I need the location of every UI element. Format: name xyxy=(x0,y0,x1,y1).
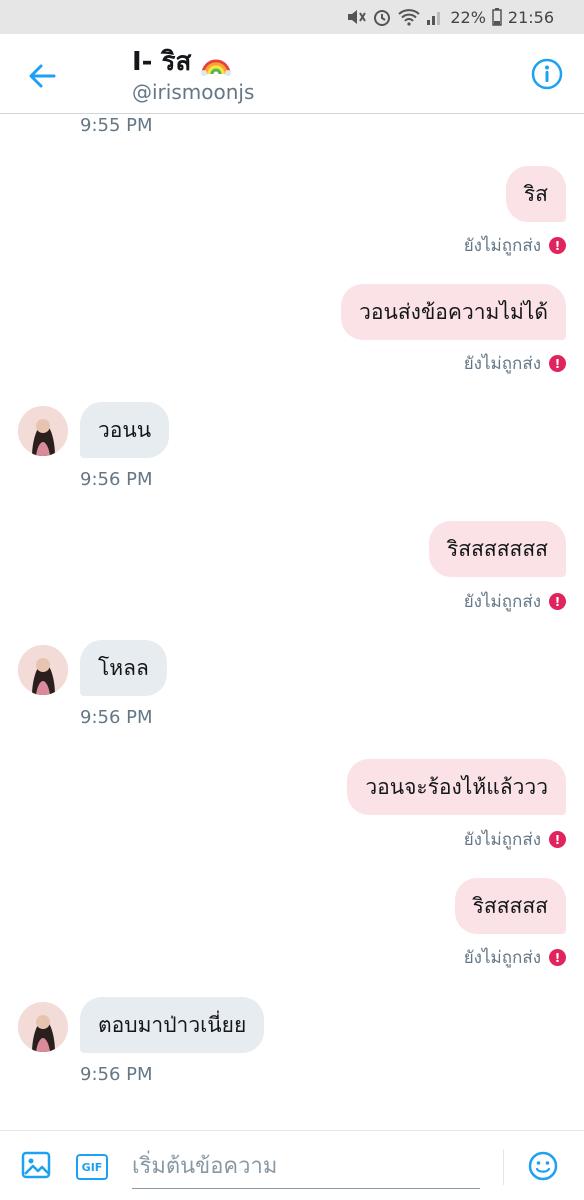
message-timestamp: 9:56 PM xyxy=(80,1064,153,1085)
incoming-message-bubble[interactable]: วอนน xyxy=(80,402,170,458)
outgoing-message-bubble[interactable]: ริสสสสส xyxy=(454,878,566,934)
not-sent-label: ยังไม่ถูกส่ง xyxy=(463,354,541,374)
error-icon: ! xyxy=(549,949,566,966)
message-thread[interactable]: 9:55 PM ริส ยังไม่ถูกส่ง ! วอนส่งข้อความ… xyxy=(0,115,584,1130)
alarm-icon xyxy=(372,7,392,27)
info-icon xyxy=(531,58,563,90)
page-title: I- ริส xyxy=(132,46,254,78)
status-bar: 22% 21:56 xyxy=(0,0,584,34)
gif-button[interactable]: GIF xyxy=(76,1154,108,1180)
conversation-title-block[interactable]: I- ริส @irismoonjs xyxy=(132,46,254,104)
avatar[interactable] xyxy=(18,1002,68,1052)
contact-handle: @irismoonjs xyxy=(132,80,255,104)
avatar-photo xyxy=(18,645,68,695)
conversation-header: I- ริส @irismoonjs xyxy=(0,34,584,114)
message-status[interactable]: ยังไม่ถูกส่ง ! xyxy=(464,350,566,377)
not-sent-label: ยังไม่ถูกส่ง xyxy=(463,592,541,612)
incoming-message-bubble[interactable]: โหลล xyxy=(80,640,167,696)
outgoing-message-bubble[interactable]: วอนจะร้องไห้แล้ววว xyxy=(347,759,566,815)
gif-label: GIF xyxy=(81,1160,103,1174)
message-timestamp: 9:56 PM xyxy=(80,707,153,728)
message-composer: GIF xyxy=(0,1130,584,1200)
mute-icon xyxy=(346,8,367,26)
outgoing-message-bubble[interactable]: ริสสสสสสส xyxy=(428,521,566,577)
not-sent-label: ยังไม่ถูกส่ง xyxy=(463,830,541,850)
add-photo-button[interactable] xyxy=(20,1149,52,1181)
outgoing-message-bubble[interactable]: ริส xyxy=(505,166,566,222)
status-icons: 22% 21:56 xyxy=(346,7,554,27)
message-status[interactable]: ยังไม่ถูกส่ง ! xyxy=(464,944,566,971)
error-icon: ! xyxy=(549,593,566,610)
clock-time: 21:56 xyxy=(507,7,554,27)
signal-icon xyxy=(426,9,444,25)
battery-percent: 22% xyxy=(450,7,486,27)
back-button[interactable] xyxy=(24,58,60,94)
message-timestamp: 9:56 PM xyxy=(80,469,153,490)
battery-icon xyxy=(492,8,502,26)
message-timestamp: 9:55 PM xyxy=(80,115,153,136)
avatar-photo xyxy=(18,406,68,456)
incoming-message-bubble[interactable]: ตอบมาป่าวเนี่ยย xyxy=(80,997,265,1053)
emoji-button[interactable] xyxy=(527,1150,559,1182)
message-status[interactable]: ยังไม่ถูกส่ง ! xyxy=(464,588,566,615)
contact-name: I- ริส xyxy=(132,47,192,77)
message-status[interactable]: ยังไม่ถูกส่ง ! xyxy=(464,826,566,853)
avatar-photo xyxy=(18,1002,68,1052)
emoji-smile-icon xyxy=(528,1151,558,1181)
message-input[interactable] xyxy=(132,1145,480,1189)
not-sent-label: ยังไม่ถูกส่ง xyxy=(463,236,541,256)
error-icon: ! xyxy=(549,355,566,372)
avatar[interactable] xyxy=(18,645,68,695)
error-icon: ! xyxy=(549,831,566,848)
outgoing-message-bubble[interactable]: วอนส่งข้อความไม่ได้ xyxy=(341,284,566,340)
wifi-icon xyxy=(398,8,420,26)
info-button[interactable] xyxy=(530,57,564,91)
rainbow-emoji-icon xyxy=(201,59,232,76)
not-sent-label: ยังไม่ถูกส่ง xyxy=(463,948,541,968)
error-icon: ! xyxy=(549,237,566,254)
message-status[interactable]: ยังไม่ถูกส่ง ! xyxy=(464,232,566,259)
avatar[interactable] xyxy=(18,406,68,456)
arrow-left-icon xyxy=(29,64,56,88)
composer-divider xyxy=(503,1149,504,1185)
image-icon xyxy=(21,1151,51,1179)
